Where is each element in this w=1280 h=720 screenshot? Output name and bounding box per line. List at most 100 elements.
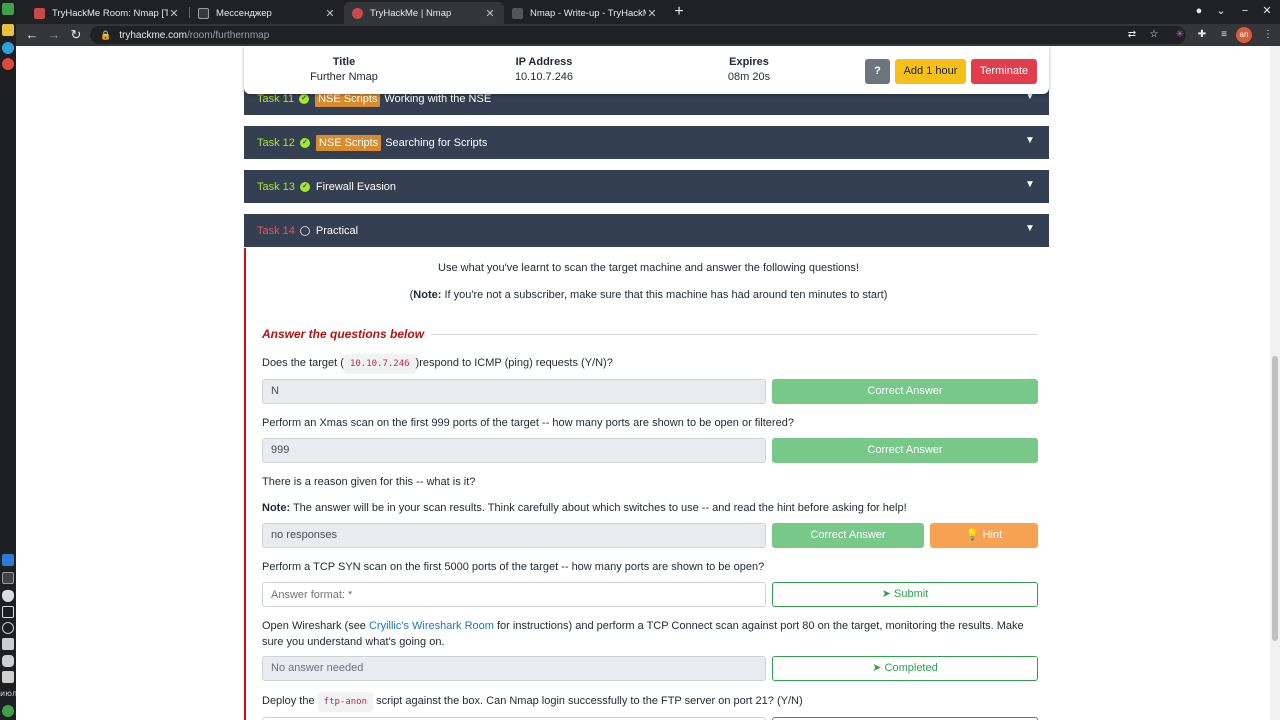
profile-avatar[interactable]: an — [1236, 27, 1252, 43]
bookmark-star-icon[interactable]: ☆ — [1146, 27, 1162, 43]
notes-icon[interactable] — [2, 24, 14, 36]
task-14-body: Use what you've learnt to scan the targe… — [244, 248, 1049, 720]
lock-icon: 🔒 — [100, 29, 112, 40]
paper-plane-icon: ➤ — [881, 588, 891, 600]
chrome-icon[interactable] — [2, 58, 14, 70]
more-menu-icon[interactable]: ⋮ — [1260, 27, 1276, 43]
machine-title: Title Further Nmap — [310, 56, 378, 83]
url-host: tryhackme.com — [119, 29, 188, 41]
link-icon[interactable] — [2, 622, 14, 634]
volume-icon[interactable] — [2, 671, 14, 683]
terminal-icon[interactable] — [2, 572, 14, 584]
tab-nmap-writeup[interactable]: Nmap - Write-up - TryHackM ✕ — [504, 2, 666, 24]
chevron-down-icon: ▼ — [1025, 135, 1035, 146]
chevron-down-icon: ▼ — [1025, 179, 1035, 190]
tab-search-icon[interactable]: ⌄ — [1214, 4, 1228, 18]
wireshark-room-link[interactable]: Cryillic's Wireshark Room — [369, 620, 494, 632]
terminate-button[interactable]: Terminate — [971, 59, 1037, 84]
monitor-icon[interactable] — [2, 554, 14, 566]
extensions-puzzle-icon[interactable]: ✚ — [1194, 27, 1210, 43]
telegram-icon[interactable] — [2, 42, 14, 54]
task-note: (Note: If you're not a subscriber, make … — [409, 289, 888, 301]
minimize-icon[interactable]: − — [1238, 4, 1252, 18]
completed-button[interactable]: ➤ Completed — [772, 656, 1038, 681]
close-icon[interactable]: ✕ — [168, 7, 180, 20]
translate-icon[interactable]: ⇄ — [1124, 27, 1140, 43]
machine-info-card: Title Further Nmap IP Address 10.10.7.24… — [244, 46, 1049, 94]
tryhackme-favicon-icon — [34, 7, 45, 19]
browser-toolbar: ← → ↻ 🔒 tryhackme.com /room/furthernmap … — [16, 24, 1280, 46]
extension-purple-icon[interactable]: ✳ — [1172, 27, 1188, 43]
hint-button[interactable]: 💡 Hint — [930, 523, 1038, 548]
new-tab-button[interactable]: + — [670, 3, 688, 21]
task-number: Task 13 — [257, 180, 295, 193]
check-circle-icon: ✓ — [299, 93, 310, 104]
check-circle-icon: ✓ — [299, 137, 310, 148]
reading-list-icon[interactable]: ≡ — [1216, 27, 1232, 43]
task-number: Task 11 — [257, 92, 295, 105]
chevron-down-icon: ▼ — [1025, 223, 1035, 234]
browser-tab-bar: TryHackMe Room: Nmap [Ta ✕ Мессенджер ✕ … — [16, 0, 1280, 24]
add-hour-button[interactable]: Add 1 hour — [895, 59, 966, 84]
task-intro: Use what you've learnt to scan the targe… — [438, 262, 859, 274]
question-5: Open Wireshark (see Cryillic's Wireshark… — [262, 620, 1024, 648]
scrollbar-thumb[interactable] — [1272, 356, 1278, 641]
question-2: Perform an Xmas scan on the first 999 po… — [262, 417, 794, 429]
empty-circle-icon — [299, 225, 310, 236]
answer-2-field[interactable]: 999 — [262, 438, 766, 463]
answer-4-input[interactable] — [262, 582, 766, 607]
submit-button[interactable]: ➤ Submit — [772, 582, 1038, 607]
machine-ip: IP Address 10.10.7.246 — [514, 56, 574, 83]
question-3-note: Note: The answer will be in your scan re… — [262, 502, 907, 514]
paper-plane-icon: ➤ — [872, 662, 882, 674]
close-icon[interactable]: ✕ — [646, 7, 658, 20]
page-viewport: Task 11 ✓ NSE Scripts Working with the N… — [16, 46, 1280, 720]
correct-answer-3-button[interactable]: Correct Answer — [772, 523, 924, 548]
close-icon[interactable]: ✕ — [324, 7, 336, 20]
help-button[interactable]: ? — [865, 59, 890, 84]
discord-icon[interactable] — [2, 655, 14, 667]
ftp-anon-code: ftp-anon — [317, 692, 374, 712]
os-dock: июл — [0, 0, 18, 720]
task-13-header[interactable]: Task 13 ✓ Firewall Evasion ▼ — [244, 170, 1049, 203]
task-12-header[interactable]: Task 12 ✓ NSE Scripts Searching for Scri… — [244, 126, 1049, 159]
task-number: Task 14 — [257, 224, 295, 237]
app-icon-stripes[interactable] — [2, 3, 14, 15]
date-label: июл — [0, 689, 18, 698]
task-title: Practical — [315, 224, 359, 237]
page-scrollbar[interactable] — [1270, 46, 1280, 720]
address-bar[interactable]: 🔒 tryhackme.com /room/furthernmap — [90, 26, 1186, 44]
task-title: Working with the NSE — [384, 92, 492, 105]
task-title: Searching for Scripts — [385, 136, 488, 149]
correct-answer-2-button[interactable]: Correct Answer — [772, 438, 1038, 463]
task-title: Firewall Evasion — [315, 180, 397, 193]
reload-icon[interactable]: ↻ — [68, 27, 84, 43]
writeup-favicon-icon — [512, 7, 523, 19]
tab-messenger[interactable]: Мессенджер ✕ — [190, 2, 344, 24]
question-3: There is a reason given for this -- what… — [262, 476, 476, 488]
task-number: Task 12 — [257, 136, 295, 149]
check-circle-icon: ✓ — [299, 181, 310, 192]
url-path: /room/furthernmap — [187, 29, 270, 41]
answer-3-field[interactable]: no responses — [262, 523, 766, 548]
chat-icon[interactable] — [2, 606, 14, 618]
tab-tryhackme-room[interactable]: TryHackMe Room: Nmap [Ta ✕ — [26, 2, 188, 24]
close-icon[interactable]: ✕ — [484, 7, 496, 20]
task-14-header[interactable]: Task 14 Practical ▼ — [244, 214, 1049, 247]
machine-expires: Expires 08m 20s — [727, 56, 771, 83]
section-divider — [431, 334, 1038, 335]
close-window-icon[interactable]: ✕ — [1260, 4, 1274, 18]
correct-answer-1-button[interactable]: Correct Answer — [772, 379, 1038, 404]
shield-icon[interactable] — [2, 590, 14, 602]
answer-1-field[interactable]: N — [262, 379, 766, 404]
forward-arrow-icon[interactable]: → — [46, 27, 62, 43]
ip-code: 10.10.7.246 — [343, 354, 416, 374]
tryhackme-favicon-icon — [352, 7, 363, 19]
question-4: Perform a TCP SYN scan on the first 5000… — [262, 561, 765, 573]
tab-tryhackme-nmap[interactable]: TryHackMe | Nmap ✕ — [344, 2, 504, 24]
media-icon[interactable]: ● — [1192, 4, 1206, 18]
send-icon[interactable] — [2, 638, 14, 650]
back-arrow-icon[interactable]: ← — [24, 27, 40, 43]
answer-5-field: No answer needed — [262, 656, 766, 681]
status-green-icon[interactable] — [2, 705, 14, 717]
